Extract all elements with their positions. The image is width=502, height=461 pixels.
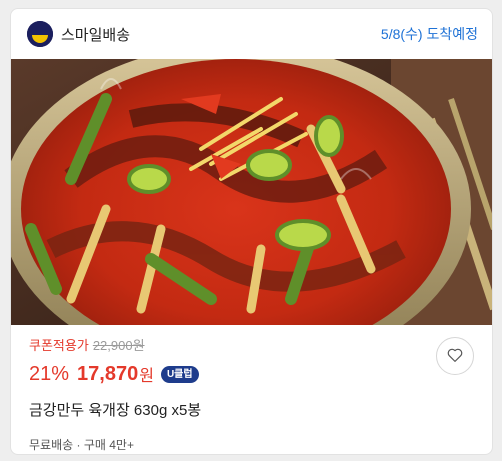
discount-rate: 21% [29,362,70,385]
product-image[interactable] [11,59,492,325]
card-header: 스마일배송 5/8(수) 도착예정 [11,9,492,59]
original-price: 22,900원 [92,337,145,353]
brand-name: 스마일배송 [61,26,131,44]
price-unit: 원 [139,368,154,385]
sale-price: 17,870 [77,362,139,385]
delivery-date: 5/8(수) 도착예정 [380,26,478,42]
product-card[interactable]: 스마일배송 5/8(수) 도착예정 쿠폰적용가 22,900원 21% 17,8… [10,8,493,455]
uclub-badge: U클럽 [160,365,199,383]
coupon-row: 쿠폰적용가 22,900원 [29,335,476,353]
product-info: 쿠폰적용가 22,900원 21% 17,870 원 U클럽 금강만두 육개장 … [11,325,492,453]
heart-icon [446,346,464,367]
wishlist-button[interactable] [436,337,474,375]
smile-logo-icon [27,21,53,47]
product-title[interactable]: 금강만두 육개장 630g x5봉 [29,399,476,420]
coupon-label: 쿠폰적용가 [29,337,89,353]
brand: 스마일배송 [27,21,130,47]
shipping-info: 무료배송 · 구매 4만+ [29,438,134,452]
price-row: 21% 17,870 원 U클럽 [29,361,476,387]
